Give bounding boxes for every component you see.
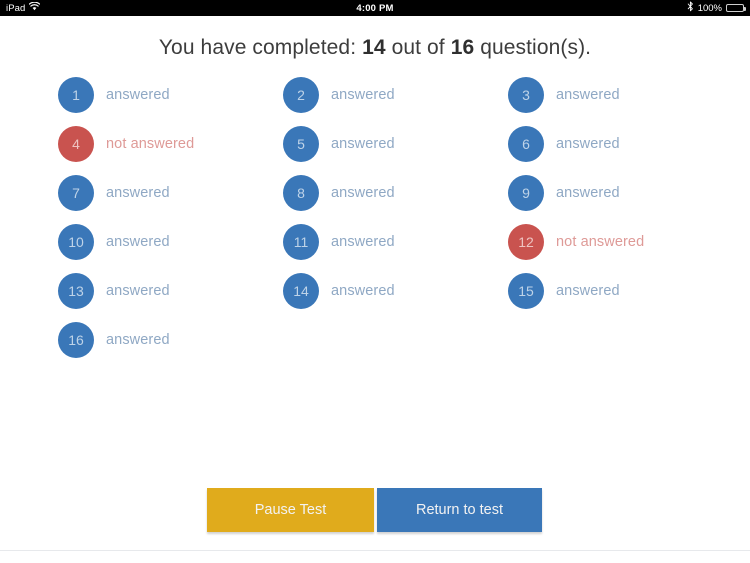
question-status-label: answered [106, 184, 170, 201]
question-status-label: answered [106, 282, 170, 299]
status-bar-left: iPad [6, 1, 41, 14]
question-number-bubble[interactable]: 13 [58, 272, 94, 309]
question-item[interactable]: 12 not answered [508, 217, 733, 266]
action-button-bar: Pause Test Return to test [207, 488, 542, 532]
question-status-label: answered [106, 86, 170, 103]
question-number-bubble[interactable]: 12 [508, 223, 544, 260]
question-status-label: answered [556, 184, 620, 201]
bottom-divider [0, 550, 750, 551]
question-status-label: answered [556, 135, 620, 152]
question-item[interactable]: 16 answered [58, 315, 283, 364]
status-bar-clock: 4:00 PM [356, 2, 394, 14]
question-number-bubble[interactable]: 9 [508, 174, 544, 211]
question-status-label: answered [556, 282, 620, 299]
question-number-bubble[interactable]: 2 [283, 76, 319, 113]
question-number-bubble[interactable]: 11 [283, 223, 319, 260]
question-item[interactable]: 2 answered [283, 70, 508, 119]
question-status-label: answered [556, 86, 620, 103]
question-status-label: answered [331, 184, 395, 201]
question-number-bubble[interactable]: 3 [508, 76, 544, 113]
question-item[interactable]: 4 not answered [58, 119, 283, 168]
question-number-bubble[interactable]: 15 [508, 272, 544, 309]
page-title-middle: out of [391, 36, 445, 59]
question-number-bubble[interactable]: 7 [58, 174, 94, 211]
question-number-bubble[interactable]: 6 [508, 125, 544, 162]
question-status-label: answered [106, 233, 170, 250]
question-item[interactable]: 11 answered [283, 217, 508, 266]
question-number-bubble[interactable]: 10 [58, 223, 94, 260]
page-title: You have completed: 14 out of 16 questio… [0, 16, 750, 60]
question-status-label: answered [331, 135, 395, 152]
question-status-grid: 1 answered 2 answered 3 answered 4 not answered… [0, 70, 750, 364]
question-item[interactable]: 15 answered [508, 266, 733, 315]
bluetooth-icon [687, 1, 694, 15]
page-title-prefix: You have completed: [158, 36, 357, 59]
question-status-label: not answered [556, 233, 645, 250]
question-item[interactable]: 3 answered [508, 70, 733, 119]
total-count: 16 [450, 36, 475, 59]
status-bar-right: 100% [687, 1, 746, 15]
question-item[interactable]: 8 answered [283, 168, 508, 217]
question-number-bubble[interactable]: 4 [58, 125, 94, 162]
question-item[interactable]: 10 answered [58, 217, 283, 266]
question-status-label: answered [331, 86, 395, 103]
battery-full-icon [726, 3, 746, 13]
question-number-bubble[interactable]: 16 [58, 321, 94, 358]
ios-status-bar: iPad 4:00 PM 100% [0, 0, 750, 16]
question-number-bubble[interactable]: 8 [283, 174, 319, 211]
question-item[interactable]: 1 answered [58, 70, 283, 119]
battery-percentage: 100% [697, 2, 722, 14]
question-status-label: answered [106, 331, 170, 348]
question-item[interactable]: 7 answered [58, 168, 283, 217]
question-item[interactable]: 13 answered [58, 266, 283, 315]
page-title-suffix: question(s). [480, 36, 592, 59]
wifi-icon [29, 1, 41, 14]
question-number-bubble[interactable]: 1 [58, 76, 94, 113]
completed-count: 14 [362, 36, 386, 59]
question-item[interactable]: 9 answered [508, 168, 733, 217]
question-status-label: answered [331, 282, 395, 299]
question-status-label: not answered [106, 135, 195, 152]
device-name: iPad [6, 2, 26, 14]
question-item[interactable]: 5 answered [283, 119, 508, 168]
question-item[interactable]: 6 answered [508, 119, 733, 168]
return-to-test-button[interactable]: Return to test [377, 488, 542, 532]
pause-test-button[interactable]: Pause Test [207, 488, 374, 532]
question-status-label: answered [331, 233, 395, 250]
question-item[interactable]: 14 answered [283, 266, 508, 315]
question-number-bubble[interactable]: 14 [283, 272, 319, 309]
question-number-bubble[interactable]: 5 [283, 125, 319, 162]
